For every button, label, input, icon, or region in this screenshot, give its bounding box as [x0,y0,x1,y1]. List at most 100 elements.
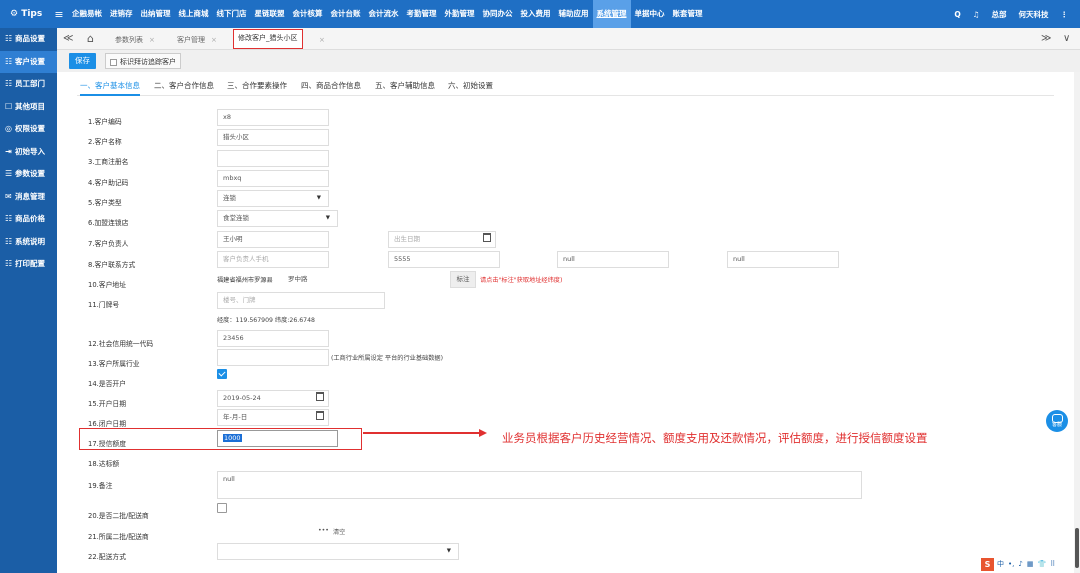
calendar-icon[interactable] [483,233,491,242]
topnav-item[interactable]: 线上商城 [175,0,213,28]
address-region: 福建省福州市罗源县 [217,277,273,284]
customer-type-select[interactable]: 连锁 ▼ [217,190,329,207]
section-tab-basic[interactable]: 一、客户基本信息 [80,78,140,96]
tab-customers[interactable]: 客户管理 × [177,31,217,49]
ime-item-icon[interactable]: •, [1008,560,1014,568]
ime-item-icon[interactable]: 中 [997,559,1004,569]
section-tab-cooperation[interactable]: 二、客户合作信息 [154,78,214,94]
customer-service-button[interactable]: 客服 [1046,410,1068,432]
reg-name-input[interactable] [217,150,329,167]
topnav-item[interactable]: 会计流水 [365,0,403,28]
sidebar-item[interactable]: ☰ 参数设置 [0,163,57,186]
calendar-icon[interactable] [316,392,324,401]
street-input[interactable]: 罗中路 [282,271,450,288]
credit-code-input[interactable]: 23456 [217,330,329,347]
chevron-down-icon[interactable]: ∨ [1063,28,1070,50]
remark-textarea[interactable]: null [217,471,862,499]
topnav-item[interactable]: 企融易帐 [68,0,106,28]
more-icon[interactable]: ••• [318,527,329,534]
tel-input[interactable]: 5555 [388,251,500,268]
topnav-item[interactable]: 会计核算 [289,0,327,28]
topnav-item[interactable]: 会计台账 [327,0,365,28]
bell-icon[interactable]: ♫ [973,10,980,19]
mark-location-button[interactable]: 标注 [450,271,476,288]
topnav-item[interactable]: 出纳管理 [137,0,175,28]
section-tab-elements[interactable]: 三、合作要素操作 [227,78,287,94]
field-label-open-date: 15.开户日期 [88,400,126,408]
topnav-item[interactable]: 单据中心 [631,0,669,28]
mnemonic-input[interactable]: mbxq [217,170,329,187]
sidebar-item[interactable]: ☷ 打印配置 [0,253,57,276]
sidebar-item[interactable]: ◎ 权限设置 [0,118,57,141]
section-tab-aux[interactable]: 五、客户辅助信息 [375,78,435,94]
delivery-method-select[interactable]: ▼ [217,543,459,560]
topnav-item[interactable]: 线下门店 [213,0,251,28]
sidebar-item[interactable]: ☐ 其他项目 [0,96,57,119]
industry-input[interactable] [217,349,329,366]
chain-store-select[interactable]: 食堂连锁 ▼ [217,210,338,227]
more-icon[interactable]: ⋮ [1061,10,1069,19]
tabs-scroll-right-icon[interactable]: ≫ [1041,28,1051,50]
owner-phone-input[interactable]: 客户负责人手机 [217,251,329,268]
ime-item-icon[interactable]: ♪ [1018,560,1022,568]
vertical-scrollbar[interactable] [1074,72,1080,573]
birth-date-input[interactable]: 出生日期 [388,231,496,248]
user-name[interactable]: 总部 [992,9,1007,20]
sidebar-item[interactable]: ☷ 商品设置 [0,28,57,51]
ime-item-icon[interactable]: ⠿ [1050,560,1055,568]
mark-visit-toggle[interactable]: 标识拜访追踪客户 [105,53,181,69]
opened-checkbox[interactable] [217,369,227,379]
topnav-item[interactable]: 星链联盟 [251,0,289,28]
arrow-line [363,432,481,434]
search-icon[interactable]: Q [954,10,960,19]
sogou-logo-icon[interactable]: S [981,557,994,571]
topnav-item[interactable]: 投入费用 [517,0,555,28]
sidebar-item[interactable]: ⇥ 初始导入 [0,141,57,164]
customer-name-input[interactable]: 猎头小区 [217,129,329,146]
save-button[interactable]: 保存 [69,53,96,69]
topnav-item[interactable]: 账套管理 [669,0,707,28]
tabs-scroll-left-icon[interactable]: ≪ [63,28,73,50]
field-label-opened: 14.是否开户 [88,380,126,388]
close-date-input[interactable]: 年-月-日 [217,409,329,426]
house-no-input[interactable]: 楼号、门牌 [217,292,385,309]
close-icon[interactable]: × [211,36,217,44]
ime-item-icon[interactable]: ▦ [1027,560,1034,568]
tab-edit-customer[interactable]: 修改客户_猎头小区 [233,29,303,49]
sidebar-item[interactable]: ☷ 系统说明 [0,231,57,254]
home-icon[interactable]: ⌂ [87,28,94,50]
company-name[interactable]: 何天科技 [1019,9,1049,20]
calendar-icon[interactable] [316,411,324,420]
field-label-close-date: 16.闭户日期 [88,420,126,428]
contact-field-3[interactable]: null [557,251,669,268]
tab-params[interactable]: 参数列表 × [115,31,155,49]
clear-button[interactable]: 清空 [333,527,345,536]
chevron-down-icon: ▼ [325,215,330,221]
section-tab-init[interactable]: 六、初始设置 [448,78,493,94]
sidebar-item[interactable]: ☷ 员工部门 [0,73,57,96]
scrollbar-thumb[interactable] [1075,528,1079,568]
topnav-item[interactable]: 系统管理 [592,0,631,28]
parent-distributor-input[interactable] [217,523,329,540]
open-date-input[interactable]: 2019-05-24 [217,390,329,407]
sidebar-item[interactable]: ☷ 客户设置 [0,50,57,73]
owner-input[interactable]: 王小明 [217,231,329,248]
topnav-item[interactable]: 协同办公 [479,0,517,28]
topnav-item[interactable]: 辅助应用 [555,0,593,28]
app-logo[interactable]: ⚙ Tips [0,9,52,19]
topnav-item[interactable]: 进销存 [106,0,137,28]
sidebar-item[interactable]: ☷ 商品价格 [0,208,57,231]
menu-icon[interactable]: ≡ [52,8,66,21]
contact-field-4[interactable]: null [727,251,839,268]
target-amount-input[interactable] [217,451,338,468]
sidebar-item[interactable]: ✉ 消息管理 [0,186,57,209]
close-icon[interactable]: × [149,36,155,44]
close-icon[interactable]: × [319,31,325,49]
topnav-item[interactable]: 考勤管理 [403,0,441,28]
customer-code-input[interactable]: x8 [217,109,329,126]
distributor-checkbox[interactable] [217,503,227,513]
section-tab-goods[interactable]: 四、商品合作信息 [301,78,361,94]
ime-item-icon[interactable]: 👕 [1037,560,1046,568]
topnav-item[interactable]: 外勤管理 [441,0,479,28]
checkbox-icon[interactable] [110,58,117,66]
